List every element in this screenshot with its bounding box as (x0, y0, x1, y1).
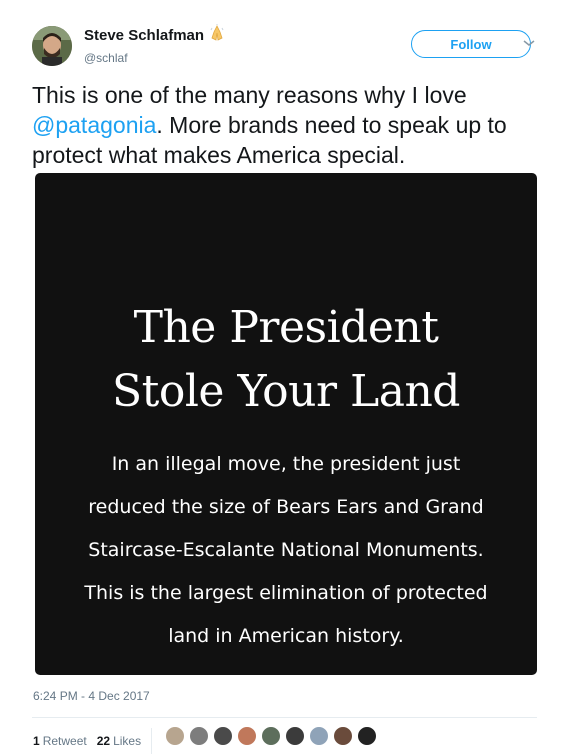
follow-button[interactable]: Follow (411, 30, 531, 58)
liker-avatar[interactable] (213, 726, 233, 746)
likes-count: 22 (96, 734, 111, 748)
author-name-block: Steve Schlafman @schlaf (84, 24, 226, 66)
tweet-text-before: This is one of the many reasons why I lo… (32, 82, 467, 108)
liker-avatar[interactable] (357, 726, 377, 746)
divider (32, 717, 537, 718)
liker-avatar[interactable] (261, 726, 281, 746)
author-name-text[interactable]: Steve Schlafman (84, 27, 204, 44)
retweets-count: 1 (33, 734, 40, 748)
stats-separator (151, 728, 153, 754)
retweets-label: Retweet (42, 734, 87, 748)
liker-avatar[interactable] (309, 726, 329, 746)
media-title: The President Stole Your Land (35, 296, 537, 424)
chevron-down-icon[interactable] (522, 38, 536, 48)
tweet-text: This is one of the many reasons why I lo… (32, 80, 542, 170)
media-body-text: In an illegal move, the president just r… (84, 453, 488, 647)
liker-avatar[interactable] (333, 726, 353, 746)
media-title-line-2: Stole Your Land (112, 366, 460, 417)
tweet-stats: 1 Retweet 22 Likes (33, 728, 162, 754)
retweets-stat[interactable]: 1 Retweet (33, 734, 87, 748)
author-handle[interactable]: @schlaf (84, 50, 226, 66)
media-title-line-1: The President (133, 302, 439, 353)
mention-link[interactable]: @patagonia (32, 112, 156, 138)
liker-avatar[interactable] (189, 726, 209, 746)
likes-label: Likes (113, 734, 142, 748)
folded-hands-icon (208, 24, 226, 48)
likers-avatars (165, 726, 381, 746)
author-display-name[interactable]: Steve Schlafman (84, 24, 226, 48)
tweet-timestamp[interactable]: 6:24 PM - 4 Dec 2017 (33, 689, 150, 703)
liker-avatar[interactable] (165, 726, 185, 746)
avatar-photo (32, 26, 72, 66)
author-avatar[interactable] (32, 26, 72, 66)
tweet-header: Steve Schlafman @schlaf Follow (32, 22, 569, 72)
tweet-media-image[interactable]: The President Stole Your Land In an ille… (35, 173, 537, 675)
liker-avatar[interactable] (285, 726, 305, 746)
liker-avatar[interactable] (237, 726, 257, 746)
likes-stat[interactable]: 22 Likes (97, 734, 141, 748)
